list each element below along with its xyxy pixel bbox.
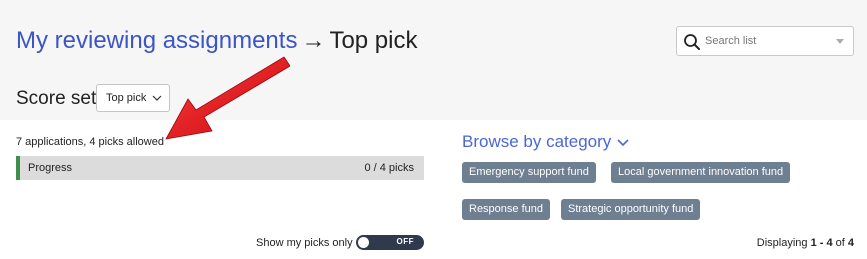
browse-by-category-toggle[interactable]: Browse by category [462, 132, 629, 152]
annotation-arrow-icon [165, 56, 290, 140]
pagination-prefix: Displaying [756, 237, 811, 249]
chevron-down-icon[interactable] [836, 39, 844, 44]
breadcrumb: My reviewing assignments → Top pick [16, 26, 417, 56]
chevron-down-icon [617, 138, 629, 146]
show-my-picks-label: Show my picks only [256, 237, 353, 249]
score-set-select[interactable]: Top pick [96, 84, 170, 112]
search-input[interactable] [705, 31, 823, 51]
breadcrumb-separator: → [301, 27, 326, 54]
progress-label: Progress [28, 162, 73, 174]
browse-by-category-label: Browse by category [462, 132, 612, 151]
breadcrumb-parent-link[interactable]: My reviewing assignments [16, 27, 297, 54]
toggle-knob [358, 237, 369, 248]
category-tag-local-government-innovation-fund[interactable]: Local government innovation fund [611, 162, 791, 183]
category-tag-response-fund[interactable]: Response fund [462, 199, 550, 220]
toggle-state-text: OFF [396, 237, 414, 246]
score-set-selected-value: Top pick [106, 92, 147, 104]
applications-summary: 7 applications, 4 picks allowed [16, 136, 164, 148]
search-icon [684, 34, 700, 50]
pagination-of: of [832, 237, 848, 249]
category-tag-strategic-opportunity-fund[interactable]: Strategic opportunity fund [561, 199, 701, 220]
pagination-total: 4 [847, 237, 854, 249]
progress-count: 0 / 4 picks [364, 162, 414, 174]
page-title: Top pick [329, 27, 418, 54]
progress-bar: Progress 0 / 4 picks [16, 156, 424, 180]
pagination-range: 1 - 4 [810, 237, 833, 249]
score-set-label: Score set [16, 88, 97, 109]
pagination-summary: Displaying 1 - 4 of 4 [757, 237, 854, 249]
category-tag-emergency-support-fund[interactable]: Emergency support fund [462, 162, 596, 183]
show-my-picks-toggle[interactable]: OFF [356, 235, 424, 250]
search-list-field[interactable] [676, 26, 854, 56]
